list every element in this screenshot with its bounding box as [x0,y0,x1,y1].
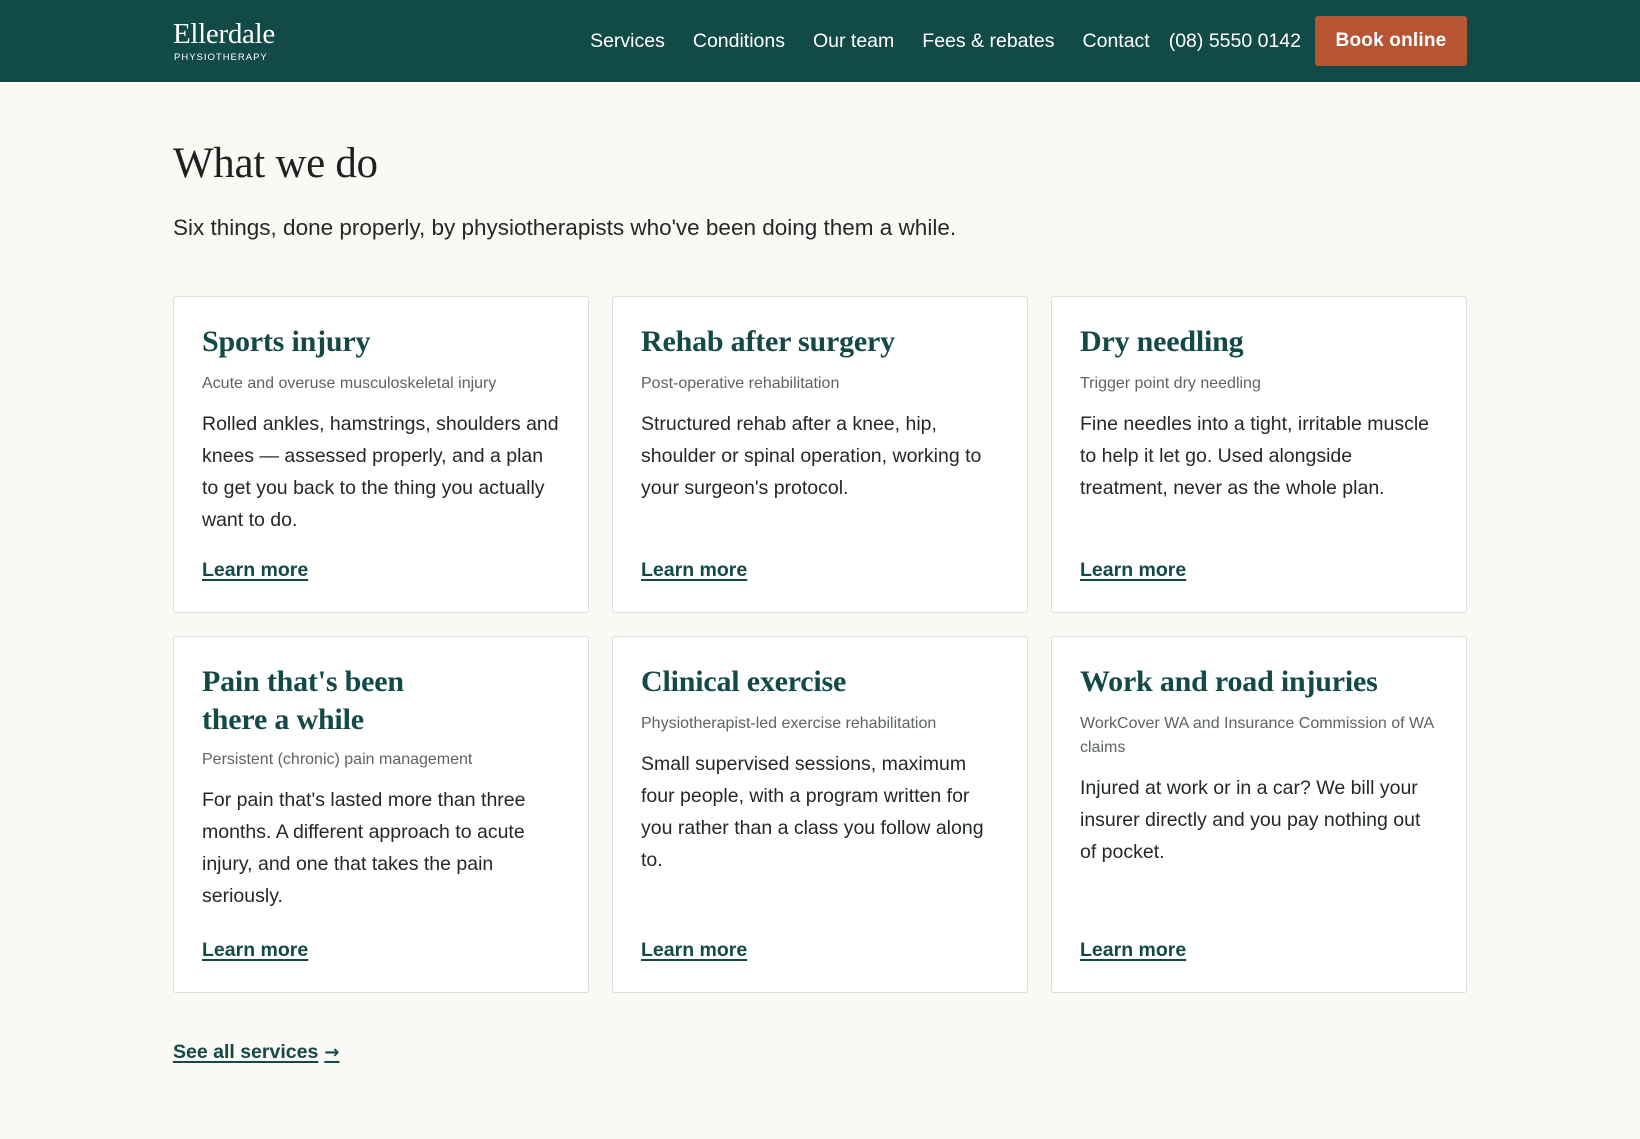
learn-more-link[interactable]: Learn more [1080,939,1186,962]
card-subtitle: Trigger point dry needling [1080,375,1261,392]
card-spacer [202,912,560,939]
nav-contact[interactable]: Contact [1083,30,1150,53]
card-subtitle: Post-operative rehabilitation [641,375,840,392]
card-title: Work and road injuries [1080,665,1378,698]
card-title: Clinical exercise [641,665,847,698]
card-spacer [1080,868,1438,939]
brand-tagline: PHYSIOTHERAPY [174,51,268,63]
card-title: Dry needling [1080,325,1244,358]
arrow-right-icon: → [324,1042,340,1063]
nav-conditions[interactable]: Conditions [693,30,785,53]
see-all-services-link[interactable]: See all services → [173,1041,339,1064]
learn-more-link[interactable]: Learn more [641,939,747,962]
learn-more-link[interactable]: Learn more [641,559,747,582]
card-subtitle: Physiotherapist-led exercise rehabilitat… [641,715,937,732]
services-grid: Sports injury Acute and overuse musculos… [173,296,1467,993]
brand-logo[interactable]: Ellerdale PHYSIOTHERAPY [173,17,275,63]
card-description: Rolled ankles, hamstrings, shoulders and… [202,413,559,531]
service-card-dry-needling: Dry needling Trigger point dry needling … [1051,296,1467,613]
site-header: Ellerdale PHYSIOTHERAPY Services Conditi… [0,0,1640,82]
card-spacer [202,536,560,559]
page-title: What we do [173,140,378,187]
card-title: Pain that's been there a while [202,665,404,736]
card-description: Injured at work or in a car? We bill you… [1080,777,1421,863]
card-description: Small supervised sessions, maximum four … [641,753,984,871]
nav-services[interactable]: Services [590,30,665,53]
main-content: What we do Six things, done properly, by… [173,138,1467,1064]
card-spacer [641,504,999,559]
card-title: Rehab after surgery [641,325,895,358]
learn-more-link[interactable]: Learn more [202,939,308,962]
card-subtitle: WorkCover WA and Insurance Commission of… [1080,715,1434,756]
service-card-chronic-pain: Pain that's been there a while Persisten… [173,636,589,993]
book-online-button[interactable]: Book online [1315,16,1467,66]
learn-more-link[interactable]: Learn more [1080,559,1186,582]
service-card-clinical-exercise: Clinical exercise Physiotherapist-led ex… [612,636,1028,993]
card-description: For pain that's lasted more than three m… [202,789,526,907]
card-subtitle: Acute and overuse musculoskeletal injury [202,375,497,392]
service-card-rehab-after-surgery: Rehab after surgery Post-operative rehab… [612,296,1028,613]
card-spacer [641,876,999,939]
header-inner: Ellerdale PHYSIOTHERAPY Services Conditi… [173,0,1467,82]
service-card-work-road-injuries: Work and road injuries WorkCover WA and … [1051,636,1467,993]
section-intro: Six things, done properly, by physiother… [173,215,957,240]
see-all-label: See all services [173,1041,319,1063]
main-nav: Services Conditions Our team Fees & reba… [590,16,1467,66]
card-subtitle: Persistent (chronic) pain management [202,751,473,768]
card-description: Structured rehab after a knee, hip, shou… [641,413,982,499]
card-description: Fine needles into a tight, irritable mus… [1080,413,1430,499]
service-card-sports-injury: Sports injury Acute and overuse musculos… [173,296,589,613]
brand-name: Ellerdale [173,17,275,50]
learn-more-link[interactable]: Learn more [202,559,308,582]
card-spacer [1080,504,1438,559]
nav-fees-rebates[interactable]: Fees & rebates [922,30,1054,53]
card-title: Sports injury [202,325,371,358]
phone-link[interactable]: (08) 5550 0142 [1169,30,1301,53]
nav-our-team[interactable]: Our team [813,30,894,53]
